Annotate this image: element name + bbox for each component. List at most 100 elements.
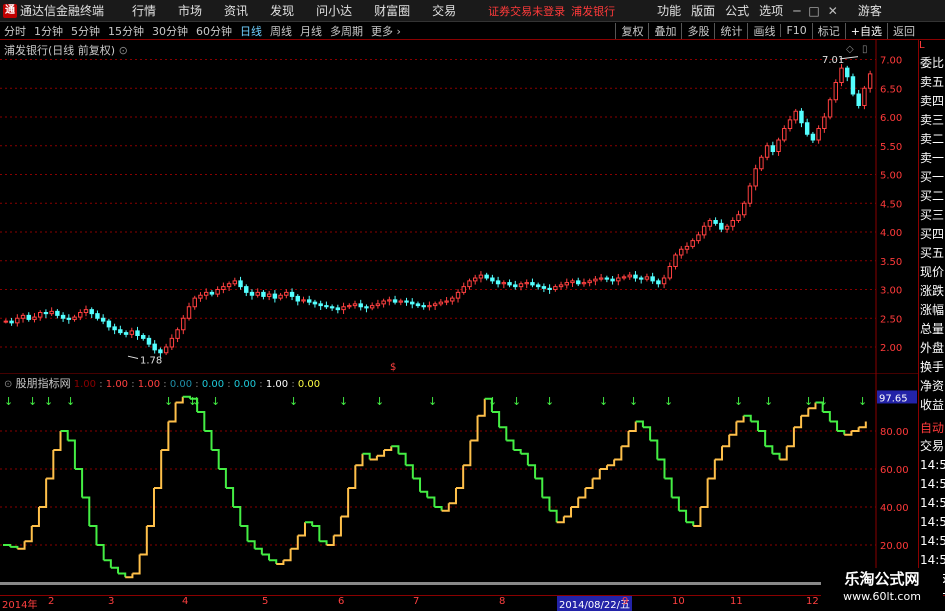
indicator-name[interactable]: 股朋指标网 (16, 377, 71, 390)
y-tick-label: 6.00 (880, 113, 902, 124)
add-watchlist-button[interactable]: +自选 (844, 22, 887, 39)
draw-line-button[interactable]: 画线 (747, 22, 780, 39)
side-item[interactable]: 卖五 (919, 73, 945, 92)
period-15min[interactable]: 15分钟 (108, 23, 144, 39)
indicator-segment (161, 421, 170, 451)
side-auto-label[interactable]: 自动 (919, 420, 945, 437)
indicator-segment (592, 469, 601, 480)
side-item[interactable]: 外盘 (919, 339, 945, 358)
side-item[interactable]: 买一 (919, 168, 945, 187)
side-item[interactable]: 换手 (919, 358, 945, 377)
candle-body (427, 305, 432, 308)
candle-body (3, 320, 9, 323)
period-multi[interactable]: 多周期 (330, 23, 363, 39)
candle-body (307, 299, 312, 303)
menu-discover[interactable]: 发现 (270, 2, 294, 19)
period-intraday[interactable]: 分时 (4, 23, 26, 39)
menu-options[interactable]: 选项 (759, 2, 783, 19)
candle-body (249, 291, 255, 296)
period-toolbar: 分时 1分钟 5分钟 15分钟 30分钟 60分钟 日线 周线 月线 多周期 更… (0, 22, 945, 40)
period-more[interactable]: 更多 › (371, 23, 401, 39)
menu-news[interactable]: 资讯 (224, 2, 248, 19)
indicator-segment (60, 430, 69, 441)
menu-ask[interactable]: 问小达 (316, 2, 352, 19)
side-item[interactable]: 收益 (919, 396, 945, 415)
period-monthly[interactable]: 月线 (300, 23, 322, 39)
candle-body (564, 282, 570, 286)
side-item[interactable]: 买五 (919, 244, 945, 263)
month-label: 8 (499, 596, 506, 607)
indicator-value-3: 1.00 (137, 379, 161, 390)
adjust-button[interactable]: 复权 (615, 22, 648, 39)
candle-body (112, 326, 117, 331)
indicator-value-4: 0.00 (169, 379, 193, 390)
candle-body (776, 139, 781, 152)
side-item[interactable]: 委比 (919, 54, 945, 73)
stats-button[interactable]: 统计 (714, 22, 747, 39)
buy-signal-arrow-icon: ↓ (164, 395, 173, 408)
candle-body (158, 349, 163, 354)
period-30min[interactable]: 30分钟 (152, 23, 188, 39)
menu-market-quotes[interactable]: 行情 (132, 2, 156, 19)
candle-body (593, 278, 598, 282)
period-1min[interactable]: 1分钟 (34, 23, 63, 39)
user-label[interactable]: 游客 (858, 2, 882, 19)
candle-body (209, 291, 215, 295)
close-icon[interactable]: ✕ (828, 4, 838, 18)
side-item[interactable]: 总量 (919, 320, 945, 339)
side-item[interactable]: 涨幅 (919, 301, 945, 320)
indicator-segment (549, 509, 558, 523)
side-item[interactable]: 买三 (919, 206, 945, 225)
candle-body (318, 303, 323, 307)
candle-body (535, 284, 541, 288)
side-item[interactable]: 卖三 (919, 111, 945, 130)
side-item[interactable]: 净资 (919, 377, 945, 396)
indicator-chart[interactable]: 80.00 60.00 40.00 20.00 97.65 ↓ ↓ ↓ ↓ ↓ ↓ ↓ ↓ ↓ ↓ ↓ ↓ ↓ ↓ ↓… (0, 373, 918, 595)
menu-function[interactable]: 功能 (657, 2, 681, 19)
indicator-segment (822, 411, 831, 422)
menu-layout[interactable]: 版面 (691, 2, 715, 19)
back-button[interactable]: 返回 (887, 22, 920, 39)
side-item[interactable]: 涨跌 (919, 282, 945, 301)
f10-button[interactable]: F10 (780, 24, 811, 37)
login-notice[interactable]: 证券交易未登录 (488, 3, 565, 19)
indicator-segment (844, 431, 853, 436)
indicator-segment (614, 446, 623, 461)
maximize-icon[interactable]: □ (808, 4, 819, 18)
side-trade-label[interactable]: 交易 (919, 437, 945, 456)
side-item[interactable]: 买二 (919, 187, 945, 206)
period-60min[interactable]: 60分钟 (196, 23, 232, 39)
indicator-settings-icon[interactable]: ⊙ (4, 379, 12, 390)
mark-button[interactable]: 标记 (811, 22, 845, 39)
menu-formula[interactable]: 公式 (725, 2, 749, 19)
indicator-segment (599, 465, 608, 470)
minimize-icon[interactable]: ─ (793, 4, 800, 18)
side-item[interactable]: 买四 (919, 225, 945, 244)
side-item[interactable]: 卖一 (919, 149, 945, 168)
indicator-segment (261, 553, 271, 561)
candle-body (15, 317, 20, 324)
indicator-segment (535, 477, 544, 498)
month-label: 6 (338, 596, 345, 607)
side-item[interactable]: 卖二 (919, 130, 945, 149)
indicator-segment (362, 452, 371, 460)
menu-wealth[interactable]: 财富圈 (374, 2, 410, 19)
multi-stock-button[interactable]: 多股 (681, 22, 714, 39)
side-item[interactable]: 卖四 (919, 92, 945, 111)
menu-market[interactable]: 市场 (178, 2, 202, 19)
candle-body (421, 305, 426, 308)
period-5min[interactable]: 5分钟 (71, 23, 100, 39)
period-weekly[interactable]: 周线 (270, 23, 292, 39)
toolbar-right: 复权 叠加 多股 统计 画线 F10 标记 +自选 返回 (615, 22, 920, 39)
indicator-segment (118, 572, 127, 578)
side-item[interactable]: 现价 (919, 263, 945, 282)
candlestick-chart[interactable]: 7.00 6.50 6.00 5.50 5.00 4.50 4.00 3.50 3.00 2.50… (0, 40, 918, 373)
overlay-button[interactable]: 叠加 (648, 22, 681, 39)
candle-body (667, 266, 673, 279)
chart-settings-icon[interactable]: ⊙ (119, 44, 128, 57)
month-label: 12 (806, 596, 819, 607)
indicator-segment (125, 573, 134, 579)
period-daily[interactable]: 日线 (240, 23, 262, 39)
candle-body (381, 300, 386, 305)
menu-trade[interactable]: 交易 (432, 2, 456, 19)
